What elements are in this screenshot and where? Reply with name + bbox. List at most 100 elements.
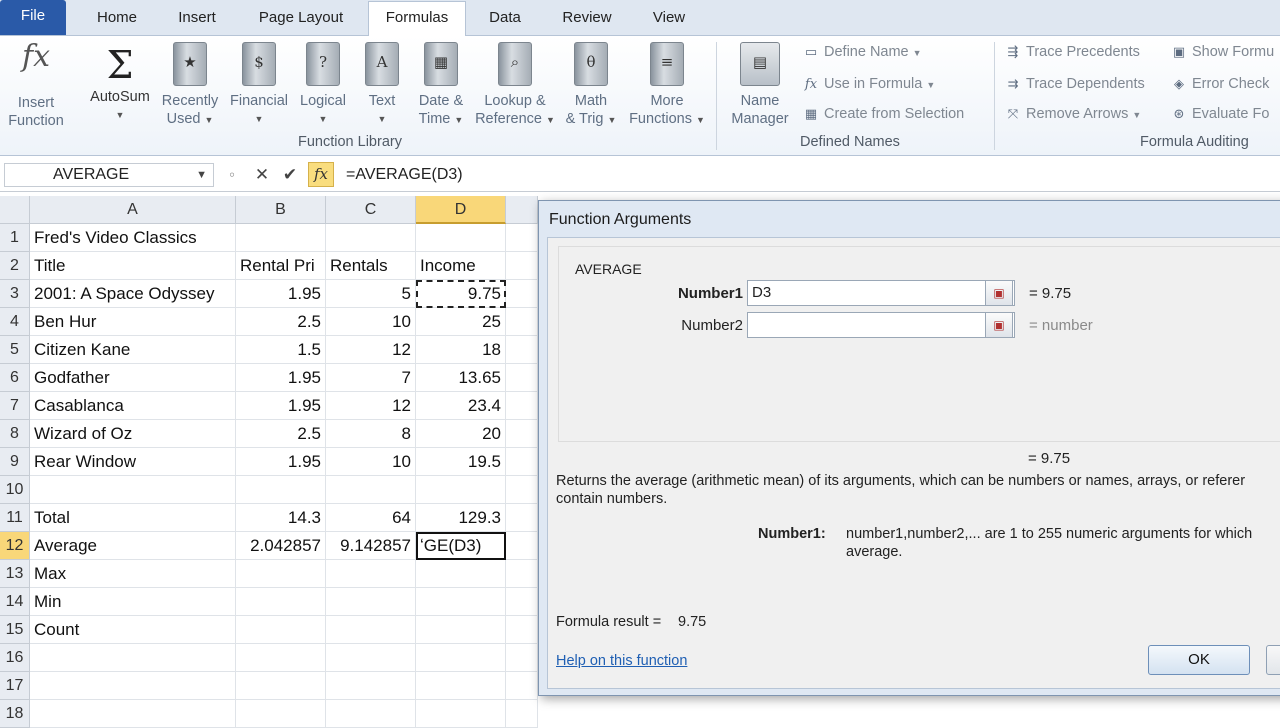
cell-c15[interactable] [326, 616, 416, 644]
cell-d15[interactable] [416, 616, 506, 644]
ok-button[interactable]: OK [1148, 645, 1250, 675]
collapse-dialog-icon[interactable]: ▣ [985, 312, 1013, 338]
cell-a3[interactable]: 2001: A Space Odyssey [30, 280, 236, 308]
cell-d13[interactable] [416, 560, 506, 588]
error-checking-button[interactable]: ◈ Error Check [1170, 74, 1269, 94]
cell-a1[interactable]: Fred's Video Classics [30, 224, 236, 252]
cell-b10[interactable] [236, 476, 326, 504]
define-name-button[interactable]: ▭ Define Name ▼ [802, 42, 922, 63]
name-box[interactable]: AVERAGE ▼ [4, 163, 214, 187]
cell-b15[interactable] [236, 616, 326, 644]
select-all-corner[interactable] [0, 196, 30, 224]
cell-e3[interactable] [506, 280, 538, 308]
cell-d17[interactable] [416, 672, 506, 700]
cell-c11[interactable]: 64 [326, 504, 416, 532]
cell-d18[interactable] [416, 700, 506, 728]
cell-b1[interactable] [236, 224, 326, 252]
enter-icon[interactable]: ✔ [278, 164, 302, 186]
recently-used-button[interactable]: ★ Recently Used ▼ [158, 42, 222, 129]
cell-d6[interactable]: 13.65 [416, 364, 506, 392]
cell-e12[interactable] [506, 532, 538, 560]
cell-d4[interactable]: 25 [416, 308, 506, 336]
tab-formulas[interactable]: Formulas [368, 1, 466, 36]
row-header[interactable]: 6 [0, 364, 30, 392]
logical-button[interactable]: ? Logical ▼ [294, 42, 352, 128]
column-header-a[interactable]: A [30, 196, 236, 224]
row-header[interactable]: 5 [0, 336, 30, 364]
cell-b16[interactable] [236, 644, 326, 672]
tab-view[interactable]: View [640, 2, 698, 35]
number2-input[interactable] [747, 312, 1015, 338]
cell-e13[interactable] [506, 560, 538, 588]
trace-dependents-button[interactable]: ⇉ Trace Dependents [1004, 74, 1145, 94]
cancel-icon[interactable]: ✕ [250, 164, 274, 186]
cell-b4[interactable]: 2.5 [236, 308, 326, 336]
cell-a10[interactable] [30, 476, 236, 504]
row-header[interactable]: 17 [0, 672, 30, 700]
create-from-selection-button[interactable]: ▦ Create from Selection [802, 104, 964, 124]
row-header[interactable]: 7 [0, 392, 30, 420]
cell-e8[interactable] [506, 420, 538, 448]
cell-e11[interactable] [506, 504, 538, 532]
row-header[interactable]: 16 [0, 644, 30, 672]
use-in-formula-button[interactable]: fx Use in Formula ▼ [802, 74, 935, 95]
cell-b14[interactable] [236, 588, 326, 616]
cell-c12[interactable]: 9.142857 [326, 532, 416, 560]
tab-home[interactable]: Home [82, 2, 152, 35]
cell-d11[interactable]: 129.3 [416, 504, 506, 532]
lookup-reference-button[interactable]: ⌕ Lookup & Reference ▼ [474, 42, 556, 129]
row-header[interactable]: 14 [0, 588, 30, 616]
formula-input[interactable]: =AVERAGE(D3) [346, 163, 463, 187]
cell-c4[interactable]: 10 [326, 308, 416, 336]
column-header-b[interactable]: B [236, 196, 326, 224]
cell-a16[interactable] [30, 644, 236, 672]
cell-c8[interactable]: 8 [326, 420, 416, 448]
row-header[interactable]: 3 [0, 280, 30, 308]
cell-b7[interactable]: 1.95 [236, 392, 326, 420]
row-header[interactable]: 10 [0, 476, 30, 504]
cell-a5[interactable]: Citizen Kane [30, 336, 236, 364]
cell-c10[interactable] [326, 476, 416, 504]
tab-data[interactable]: Data [474, 2, 536, 35]
remove-arrows-button[interactable]: ⤧ Remove Arrows ▼ [1004, 104, 1142, 125]
cell-d14[interactable] [416, 588, 506, 616]
cell-d1[interactable] [416, 224, 506, 252]
cell-e7[interactable] [506, 392, 538, 420]
cell-c17[interactable] [326, 672, 416, 700]
show-formulas-button[interactable]: ▣ Show Formu [1170, 42, 1274, 62]
cell-e14[interactable] [506, 588, 538, 616]
cell-b3[interactable]: 1.95 [236, 280, 326, 308]
cell-d16[interactable] [416, 644, 506, 672]
column-header-d[interactable]: D [416, 196, 506, 224]
cell-e5[interactable] [506, 336, 538, 364]
cell-e10[interactable] [506, 476, 538, 504]
cancel-button[interactable] [1266, 645, 1280, 675]
cell-c14[interactable] [326, 588, 416, 616]
row-header[interactable]: 4 [0, 308, 30, 336]
tab-page-layout[interactable]: Page Layout [244, 2, 358, 35]
cell-a6[interactable]: Godfather [30, 364, 236, 392]
cell-d7[interactable]: 23.4 [416, 392, 506, 420]
tab-review[interactable]: Review [552, 2, 622, 35]
cell-b17[interactable] [236, 672, 326, 700]
tab-file[interactable]: File [0, 0, 66, 35]
cell-a14[interactable]: Min [30, 588, 236, 616]
evaluate-formula-button[interactable]: ⊛ Evaluate Fo [1170, 104, 1270, 124]
cell-e1[interactable] [506, 224, 538, 252]
row-header[interactable]: 12 [0, 532, 30, 560]
cell-b13[interactable] [236, 560, 326, 588]
cell-d2[interactable]: Income [416, 252, 506, 280]
date-time-button[interactable]: ▦ Date & Time ▼ [410, 42, 472, 129]
cell-e2[interactable] [506, 252, 538, 280]
autosum-button[interactable]: Σ AutoSum ▼ [84, 42, 156, 124]
cell-e9[interactable] [506, 448, 538, 476]
cell-d5[interactable]: 18 [416, 336, 506, 364]
cell-c7[interactable]: 12 [326, 392, 416, 420]
cell-a15[interactable]: Count [30, 616, 236, 644]
cell-b2[interactable]: Rental Pri [236, 252, 326, 280]
cell-a17[interactable] [30, 672, 236, 700]
cell-a9[interactable]: Rear Window [30, 448, 236, 476]
cell-a2[interactable]: Title [30, 252, 236, 280]
insert-function-fx-button[interactable]: fx [308, 162, 334, 187]
cell-e17[interactable] [506, 672, 538, 700]
